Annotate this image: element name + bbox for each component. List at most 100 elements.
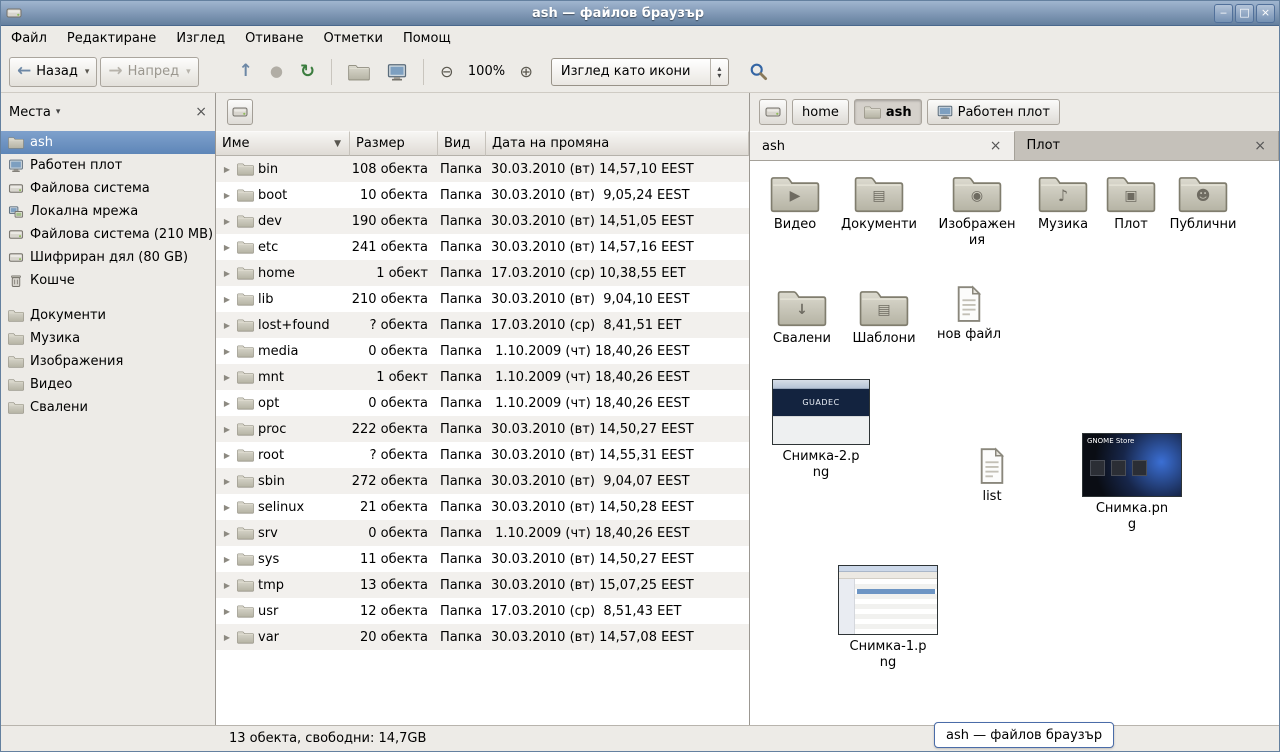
menu-view[interactable]: Изглед	[166, 26, 235, 51]
icon-view[interactable]: Видео Документи Изображения	[750, 161, 1279, 725]
table-row[interactable]: ▶ home 1 обект Папка 17.03.2010 (ср) 10,…	[216, 260, 749, 286]
home-button[interactable]	[341, 57, 377, 87]
icon-downloads-folder[interactable]: Свалени	[760, 287, 844, 347]
table-row[interactable]: ▶ tmp 13 обекта Папка 30.03.2010 (вт) 15…	[216, 572, 749, 598]
sidebar-item[interactable]: Файлова система	[1, 177, 215, 200]
column-header-size[interactable]: Размер	[350, 131, 438, 156]
crumb-desktop[interactable]: Работен плот	[927, 99, 1060, 125]
sidebar-item[interactable]: Файлова система (210 MB)	[1, 223, 215, 246]
crumb-ash[interactable]: ash	[854, 99, 922, 125]
table-row[interactable]: ▶ usr 12 обекта Папка 17.03.2010 (ср) 8,…	[216, 598, 749, 624]
tab-ash[interactable]: ash ×	[750, 131, 1015, 160]
icon-video-folder[interactable]: Видео	[753, 173, 837, 233]
sidebar-item[interactable]: Музика	[1, 327, 215, 350]
forward-button[interactable]: → Напред ▾	[100, 57, 198, 87]
expander-icon[interactable]: ▶	[221, 425, 233, 434]
sidebar-item[interactable]: Свалени	[1, 396, 215, 419]
expander-icon[interactable]: ▶	[221, 477, 233, 486]
table-row[interactable]: ▶ lib 210 обекта Папка 30.03.2010 (вт) 9…	[216, 286, 749, 312]
icon-pictures-folder[interactable]: Изображения	[935, 173, 1019, 248]
expander-icon[interactable]: ▶	[221, 373, 233, 382]
expander-icon[interactable]: ▶	[221, 217, 233, 226]
icon-snimka-1-png[interactable]: Снимка-1.png	[836, 565, 940, 670]
sidebar-item[interactable]: Кошче	[1, 269, 215, 292]
expander-icon[interactable]: ▶	[221, 503, 233, 512]
expander-icon[interactable]: ▶	[221, 451, 233, 460]
tab-plot[interactable]: Плот ×	[1015, 131, 1280, 160]
minimize-button[interactable]: ‒	[1214, 4, 1233, 23]
view-mode-spinner-icon[interactable]: ▴▾	[710, 59, 728, 85]
expander-icon[interactable]: ▶	[221, 243, 233, 252]
sidebar-close-button[interactable]: ×	[195, 104, 207, 120]
expander-icon[interactable]: ▶	[221, 607, 233, 616]
expander-icon[interactable]: ▶	[221, 529, 233, 538]
menu-edit[interactable]: Редактиране	[57, 26, 166, 51]
icon-snimka-2-png[interactable]: GUADEC Снимка-2.png	[769, 379, 873, 480]
expander-icon[interactable]: ▶	[221, 295, 233, 304]
table-row[interactable]: ▶ opt 0 обекта Папка 1.10.2009 (чт) 18,4…	[216, 390, 749, 416]
icon-snimka-png[interactable]: GNOME Store Снимка.png	[1080, 433, 1184, 532]
table-row[interactable]: ▶ media 0 обекта Папка 1.10.2009 (чт) 18…	[216, 338, 749, 364]
table-row[interactable]: ▶ proc 222 обекта Папка 30.03.2010 (вт) …	[216, 416, 749, 442]
column-header-name[interactable]: Име ▼	[216, 131, 350, 156]
tab-close-icon[interactable]: ×	[1254, 138, 1266, 154]
expander-icon[interactable]: ▶	[221, 633, 233, 642]
forward-history-dropdown-icon[interactable]: ▾	[186, 67, 191, 77]
list-pane-root-button[interactable]	[227, 99, 253, 125]
up-button[interactable]: ↑	[232, 57, 260, 87]
icon-public-folder[interactable]: Публични	[1161, 173, 1245, 233]
menu-go[interactable]: Отиване	[235, 26, 313, 51]
sidebar-mode-dropdown-icon[interactable]: ▾	[56, 107, 61, 117]
view-mode-select[interactable]: Изглед като икони ▴▾	[551, 58, 729, 86]
zoom-level[interactable]: 100%	[464, 64, 510, 79]
expander-icon[interactable]: ▶	[221, 321, 233, 330]
sidebar-item[interactable]: Локална мрежа	[1, 200, 215, 223]
table-row[interactable]: ▶ lost+found ? обекта Папка 17.03.2010 (…	[216, 312, 749, 338]
table-row[interactable]: ▶ bin 108 обекта Папка 30.03.2010 (вт) 1…	[216, 156, 749, 182]
back-button[interactable]: ← Назад ▾	[9, 57, 97, 87]
computer-button[interactable]	[380, 57, 414, 87]
column-header-type[interactable]: Вид	[438, 131, 486, 156]
close-button[interactable]: ×	[1256, 4, 1275, 23]
zoom-out-button[interactable]: ⊖	[433, 57, 460, 87]
back-history-dropdown-icon[interactable]: ▾	[85, 67, 90, 77]
table-row[interactable]: ▶ var 20 обекта Папка 30.03.2010 (вт) 14…	[216, 624, 749, 650]
expander-icon[interactable]: ▶	[221, 347, 233, 356]
expander-icon[interactable]: ▶	[221, 269, 233, 278]
maximize-button[interactable]: □	[1235, 4, 1254, 23]
icon-new-file[interactable]: нов файл	[927, 285, 1011, 343]
icon-templates-folder[interactable]: Шаблони	[842, 287, 926, 347]
reload-button[interactable]: ↻	[293, 57, 322, 87]
icon-list-file[interactable]: list	[950, 447, 1034, 505]
expander-icon[interactable]: ▶	[221, 581, 233, 590]
table-row[interactable]: ▶ etc 241 обекта Папка 30.03.2010 (вт) 1…	[216, 234, 749, 260]
sidebar-item[interactable]: Шифриран дял (80 GB)	[1, 246, 215, 269]
table-row[interactable]: ▶ mnt 1 обект Папка 1.10.2009 (чт) 18,40…	[216, 364, 749, 390]
expander-icon[interactable]: ▶	[221, 191, 233, 200]
table-row[interactable]: ▶ sbin 272 обекта Папка 30.03.2010 (вт) …	[216, 468, 749, 494]
stop-button[interactable]: ●	[263, 57, 290, 87]
expander-icon[interactable]: ▶	[221, 555, 233, 564]
tab-close-icon[interactable]: ×	[990, 138, 1002, 154]
table-row[interactable]: ▶ root ? обекта Папка 30.03.2010 (вт) 14…	[216, 442, 749, 468]
column-header-date[interactable]: Дата на промяна	[486, 131, 749, 156]
menu-bookmarks[interactable]: Отметки	[313, 26, 392, 51]
expander-icon[interactable]: ▶	[221, 399, 233, 408]
table-row[interactable]: ▶ boot 10 обекта Папка 30.03.2010 (вт) 9…	[216, 182, 749, 208]
menu-file[interactable]: Файл	[1, 26, 57, 51]
sidebar-item[interactable]: ash	[1, 131, 215, 154]
sidebar-title[interactable]: Места	[9, 105, 51, 120]
titlebar[interactable]: ash — файлов браузър ‒ □ ×	[1, 1, 1279, 26]
crumb-home[interactable]: home	[792, 99, 849, 125]
sidebar-item[interactable]: Изображения	[1, 350, 215, 373]
table-row[interactable]: ▶ dev 190 обекта Папка 30.03.2010 (вт) 1…	[216, 208, 749, 234]
search-button[interactable]	[742, 57, 775, 87]
table-row[interactable]: ▶ selinux 21 обекта Папка 30.03.2010 (вт…	[216, 494, 749, 520]
filesystem-crumb-button[interactable]	[759, 99, 787, 125]
zoom-in-button[interactable]: ⊕	[513, 57, 540, 87]
sidebar-item[interactable]: Документи	[1, 304, 215, 327]
expander-icon[interactable]: ▶	[221, 165, 233, 174]
icon-documents-folder[interactable]: Документи	[837, 173, 921, 233]
sidebar-item[interactable]: Работен плот	[1, 154, 215, 177]
menu-help[interactable]: Помощ	[393, 26, 461, 51]
